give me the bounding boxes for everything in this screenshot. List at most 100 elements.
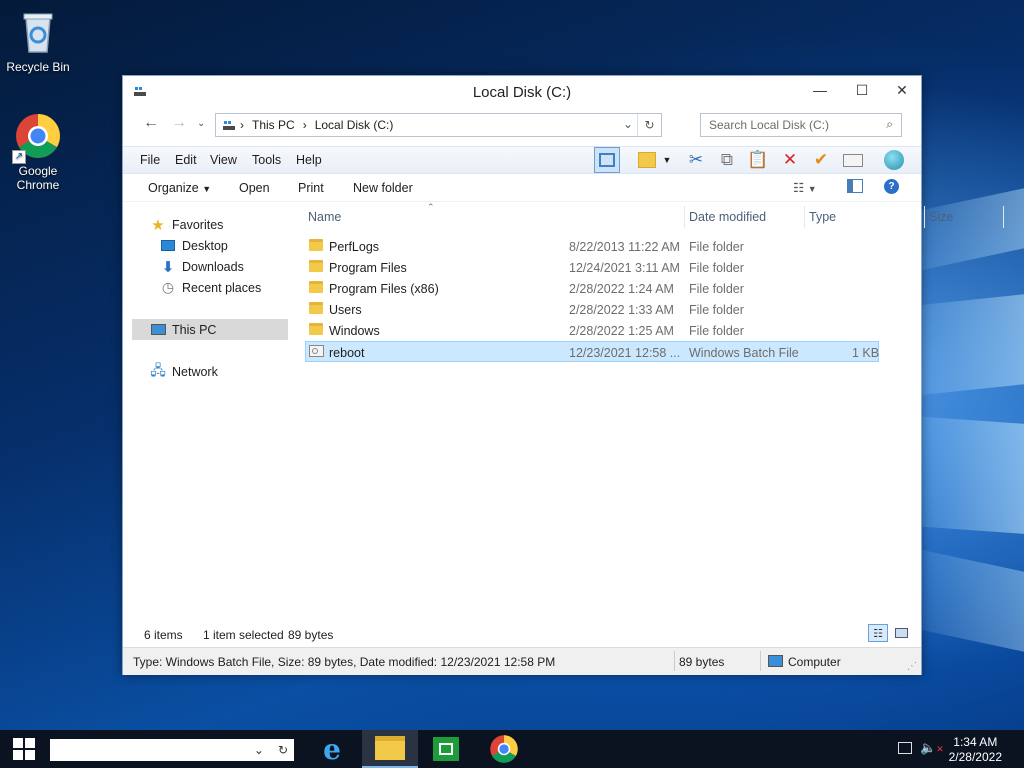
status-size: 89 bytes [679,655,725,669]
nav-downloads-label: Downloads [182,259,244,274]
dropdown-arrow-icon: ▼ [662,155,672,165]
help-button[interactable]: ? [884,179,899,194]
minimize-button[interactable]: — [800,76,840,104]
file-row-windows[interactable]: Windows 2/28/2022 1:25 AM File folder [305,320,879,341]
store-icon [433,737,459,761]
status-divider [760,651,761,671]
file-name: Users [329,303,362,317]
large-icons-view-button[interactable] [891,624,911,642]
organize-button[interactable]: Organize ▼ [148,181,211,195]
rename-button[interactable] [840,147,866,173]
view-options-button[interactable] [634,147,660,173]
status-location: Computer [788,655,841,669]
column-type[interactable]: Type [809,210,836,224]
nav-recent-places[interactable]: ◷ Recent places [123,277,288,298]
system-clock[interactable]: 1:34 AM 2/28/2022 [949,735,1002,765]
nav-desktop[interactable]: Desktop [123,235,288,256]
taskbar-internet-explorer[interactable]: e [304,730,360,768]
file-row-perflogs[interactable]: PerfLogs 8/22/2013 11:22 AM File folder [305,236,879,257]
shortcut-arrow-icon: ↗ [12,150,26,164]
properties-button[interactable]: ✔ [808,147,834,173]
file-row-program-files[interactable]: Program Files 12/24/2021 3:11 AM File fo… [305,257,879,278]
change-view-button[interactable]: ☷ ▼ [793,180,817,195]
chevron-down-icon: ⌄ [253,743,264,757]
layout-pane-button[interactable] [594,147,620,173]
open-button[interactable]: Open [239,181,270,195]
refresh-icon[interactable]: ↻ [278,743,288,757]
nav-this-pc[interactable]: This PC [132,319,288,340]
taskbar-chrome[interactable] [476,730,532,768]
nav-network[interactable]: 🖧 Network [123,361,288,382]
preview-pane-icon [847,179,863,193]
menu-file[interactable]: File [140,153,160,167]
resize-grip-icon[interactable]: ⋰ [907,661,917,672]
recent-locations-button[interactable]: ⌄ [197,118,205,129]
file-size: 1 KB [852,346,880,360]
file-type: Windows Batch File [689,346,799,360]
star-icon: ★ [151,216,165,234]
rename-icon [843,153,863,167]
new-folder-button[interactable]: New folder [353,181,413,195]
column-size[interactable]: Size [929,210,953,224]
address-dropdown-icon[interactable]: ⌄ [623,117,633,131]
cut-button[interactable]: ✂ [683,147,709,173]
address-segment-local-disk[interactable]: Local Disk (C:) [315,118,394,132]
menu-help[interactable]: Help [296,153,322,167]
file-type: File folder [689,261,744,275]
close-button[interactable]: ✕ [882,76,922,104]
search-input[interactable]: Search Local Disk (C:) ⌕ [700,113,902,137]
view-options-dropdown[interactable]: ▼ [660,147,674,173]
menu-edit[interactable]: Edit [175,153,197,167]
chrome-shortcut[interactable]: ↗ Google Chrome [0,112,76,192]
network-tray-icon[interactable] [898,742,912,754]
taskbar-store[interactable] [418,730,474,768]
desktop-icon [159,238,177,254]
taskbar-search-input[interactable]: ⌄ ↻ [50,739,294,761]
file-name: Windows [329,324,380,338]
item-count: 6 items [144,628,183,642]
layout-pane-icon [599,153,615,167]
nav-this-pc-label: This PC [172,322,217,337]
maximize-button[interactable]: ☐ [842,76,882,104]
details-strip: 6 items 1 item selected 89 bytes ☷ [123,624,921,644]
address-separator: › [240,118,244,132]
preview-pane-button[interactable] [847,179,863,193]
nav-favorites[interactable]: ★ Favorites [123,214,288,235]
details-view-button[interactable]: ☷ [868,624,888,642]
nav-downloads[interactable]: ⬇ Downloads [123,256,288,277]
folder-icon [309,323,323,335]
address-segment-this-pc[interactable]: This PC [252,118,295,132]
nav-desktop-label: Desktop [182,238,228,253]
column-date-modified[interactable]: Date modified [689,210,766,224]
recycle-bin-shortcut[interactable]: Recycle Bin [0,8,76,74]
refresh-icon[interactable]: ↻ [637,114,661,136]
menu-tools[interactable]: Tools [252,153,281,167]
delete-button[interactable]: ✕ [777,147,803,173]
back-button[interactable]: ← [143,114,159,132]
recycle-bin-icon [14,8,62,56]
nav-recent-label: Recent places [182,280,262,295]
file-row-program-files-x86[interactable]: Program Files (x86) 2/28/2022 1:24 AM Fi… [305,278,879,299]
copy-button[interactable]: ⧉ [714,147,740,173]
file-row-reboot[interactable]: reboot 12/23/2021 12:58 ... Windows Batc… [305,341,879,362]
shell-button[interactable] [881,147,907,173]
close-icon: ✕ [896,81,908,98]
column-name[interactable]: Name [308,210,341,224]
paste-button[interactable]: 📋 [745,147,771,173]
menu-view[interactable]: View [210,153,237,167]
forward-button[interactable]: → [171,114,187,132]
volume-muted-icon[interactable]: 🔈✕ [920,740,944,756]
windows-logo-icon [13,738,35,760]
file-date: 2/28/2022 1:24 AM [569,282,674,296]
file-row-users[interactable]: Users 2/28/2022 1:33 AM File folder [305,299,879,320]
chrome-taskbar-icon [490,735,518,763]
start-button[interactable] [0,730,48,768]
column-separator [684,206,685,228]
column-separator [804,206,805,228]
title-bar[interactable]: Local Disk (C:) — ☐ ✕ [123,76,921,106]
taskbar-file-explorer[interactable] [362,730,418,768]
print-button[interactable]: Print [298,181,324,195]
address-bar[interactable]: › This PC › Local Disk (C:) ⌄ ↻ [215,113,662,137]
recent-places-icon: ◷ [161,279,175,295]
back-arrow-icon: ← [143,114,159,131]
